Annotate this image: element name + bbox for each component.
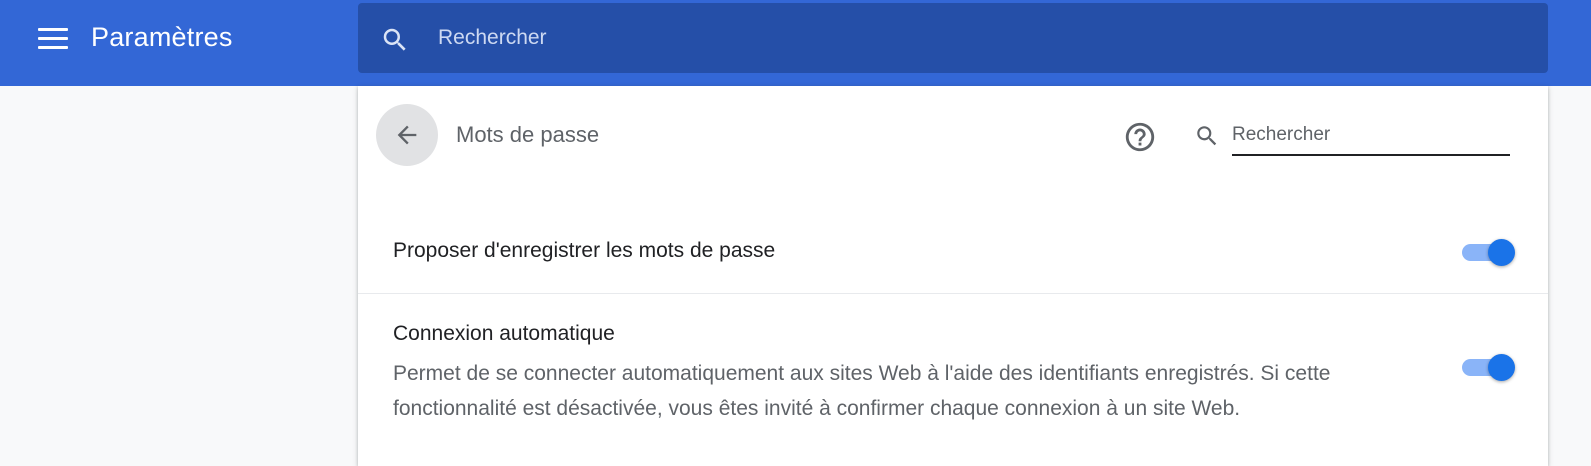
auto-signin-toggle[interactable] (1460, 352, 1516, 382)
toggle-knob (1488, 239, 1515, 266)
toggle-knob (1488, 354, 1515, 381)
auto-signin-row: Connexion automatique Permet de se conne… (358, 295, 1548, 466)
page-title: Mots de passe (456, 122, 600, 147)
password-search-input[interactable] (1232, 116, 1510, 156)
auto-signin-label: Connexion automatique (393, 322, 615, 345)
back-button[interactable] (376, 104, 438, 166)
arrow-back-icon (397, 125, 417, 145)
passwords-card: Mots de passe Proposer d'enregistrer les… (358, 86, 1548, 466)
offer-save-passwords-label: Proposer d'enregistrer les mots de passe (393, 239, 776, 262)
search-icon (1197, 126, 1217, 146)
top-search-input[interactable] (438, 19, 1498, 57)
auto-signin-description: Permet de se connecter automatiquement a… (393, 362, 1331, 420)
help-circle-icon[interactable] (1123, 120, 1157, 154)
offer-save-passwords-row: Proposer d'enregistrer les mots de passe (358, 202, 1548, 294)
hamburger-menu-icon[interactable] (36, 24, 70, 54)
search-icon (383, 28, 406, 51)
offer-save-passwords-toggle[interactable] (1460, 237, 1516, 267)
top-search-bar[interactable] (358, 3, 1548, 73)
top-bar: Paramètres (0, 0, 1591, 86)
app-title: Paramètres (91, 22, 233, 52)
